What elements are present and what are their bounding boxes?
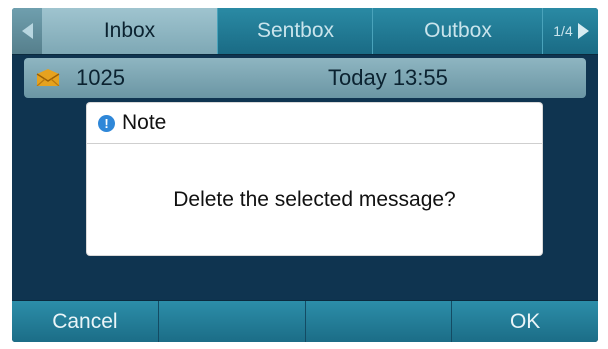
tab-inbox[interactable]: Inbox xyxy=(42,8,217,54)
page-indicator: 1/4 xyxy=(553,23,573,39)
phone-screen: Inbox Sentbox Outbox 1/4 1025 Today 13:5… xyxy=(12,8,598,342)
message-row[interactable]: 1025 Today 13:55 xyxy=(24,58,586,98)
tab-prev-arrow[interactable] xyxy=(12,8,42,54)
triangle-left-icon xyxy=(21,23,33,39)
cancel-softkey[interactable]: Cancel xyxy=(12,301,159,342)
dialog-title: Note xyxy=(122,111,167,134)
tab-next-arrow[interactable]: 1/4 xyxy=(542,8,598,54)
dialog-header: ! Note xyxy=(87,103,542,144)
dialog-message: Delete the selected message? xyxy=(173,187,456,211)
envelope-icon xyxy=(36,69,60,86)
ok-softkey[interactable]: OK xyxy=(452,301,598,342)
triangle-right-icon xyxy=(577,23,589,39)
note-dialog: ! Note Delete the selected message? xyxy=(87,103,542,255)
message-number: 1025 xyxy=(76,65,125,90)
softkey-bar: Cancel OK xyxy=(12,300,598,342)
info-icon: ! xyxy=(98,115,115,132)
empty-softkey-2[interactable] xyxy=(159,301,306,342)
tab-sentbox[interactable]: Sentbox xyxy=(217,8,373,54)
empty-softkey-3[interactable] xyxy=(306,301,453,342)
tab-bar: Inbox Sentbox Outbox 1/4 xyxy=(12,8,598,55)
message-time: Today 13:55 xyxy=(328,65,448,90)
tab-outbox[interactable]: Outbox xyxy=(372,8,543,54)
